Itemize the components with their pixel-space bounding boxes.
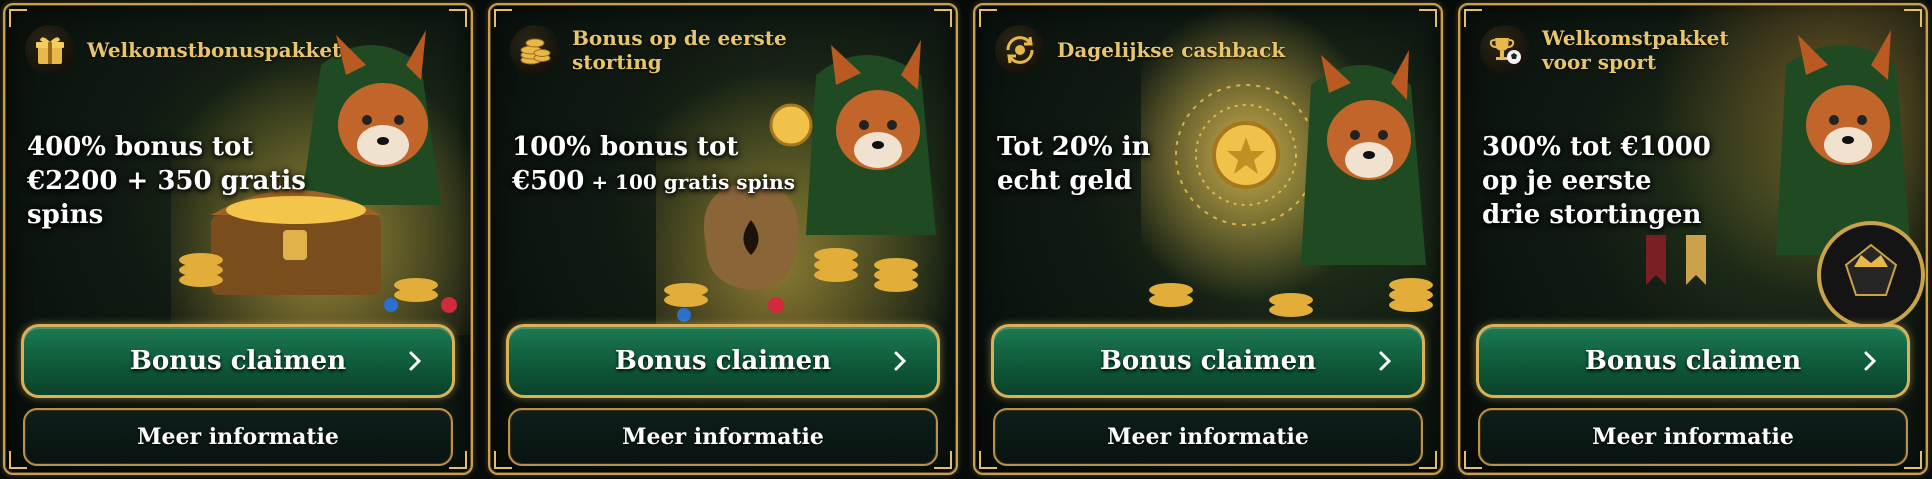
claim-bonus-button[interactable]: Bonus claimen (1476, 324, 1910, 398)
offer-line: 400% bonus tot (27, 132, 254, 162)
chevron-right-icon (1379, 351, 1392, 371)
claim-bonus-button[interactable]: Bonus claimen (991, 324, 1425, 398)
offer-text: 300% tot €1000 op je eerste drie stortin… (1482, 130, 1792, 232)
corner-ornament (449, 9, 467, 27)
corner-ornament (494, 451, 512, 469)
claim-bonus-button[interactable]: Bonus claimen (506, 324, 940, 398)
more-info-button[interactable]: Meer informatie (1478, 408, 1908, 466)
promo-card-sport: Welkomstpakket voor sport 300% tot €1000… (1458, 3, 1928, 475)
more-info-button[interactable]: Meer informatie (993, 408, 1423, 466)
chevron-right-icon (409, 351, 422, 371)
card-header: Dagelijkse cashback (995, 25, 1287, 75)
trophy-ball-icon (1480, 25, 1530, 75)
corner-ornament (1419, 451, 1437, 469)
card-title: Welkomstbonuspakket (87, 38, 342, 62)
corner-ornament (494, 9, 512, 27)
corner-ornament (1904, 9, 1922, 27)
info-button-label: Meer informatie (1592, 424, 1794, 450)
corner-ornament (1904, 451, 1922, 469)
card-header: Bonus op de eerste storting (510, 25, 802, 75)
card-title: Bonus op de eerste storting (572, 26, 787, 74)
corner-ornament (1464, 451, 1482, 469)
offer-amount: €500 (512, 166, 585, 196)
promo-cards: Welkomstbonuspakket 400% bonus tot €2200… (0, 0, 1932, 479)
promo-card-cashback: Dagelijkse cashback Tot 20% in echt geld… (973, 3, 1443, 475)
offer-line: €500 + 100 gratis spins (512, 164, 822, 199)
coin-stack-icon (510, 25, 560, 75)
info-button-label: Meer informatie (137, 424, 339, 450)
corner-ornament (979, 451, 997, 469)
corner-ornament (9, 9, 27, 27)
claim-button-label: Bonus claimen (1584, 346, 1802, 376)
card-title: Welkomstpakket voor sport (1542, 26, 1729, 74)
offer-line: 100% bonus tot (512, 132, 739, 162)
offer-line: Tot 20% in (997, 132, 1151, 162)
claim-bonus-button[interactable]: Bonus claimen (21, 324, 455, 398)
more-info-button[interactable]: Meer informatie (508, 408, 938, 466)
card-header: Welkomstpakket voor sport (1480, 25, 1772, 75)
gift-icon (25, 25, 75, 75)
promo-card-first-deposit: Bonus op de eerste storting 100% bonus t… (488, 3, 958, 475)
corner-ornament (449, 451, 467, 469)
chevron-right-icon (1864, 351, 1877, 371)
offer-amount: €2200 + 350 gratis spins (27, 166, 306, 230)
corner-ornament (979, 9, 997, 27)
offer-spins: + 100 gratis spins (584, 170, 795, 194)
corner-ornament (9, 451, 27, 469)
offer-line: drie stortingen (1482, 200, 1702, 230)
offer-text: Tot 20% in echt geld (997, 130, 1307, 198)
card-title: Dagelijkse cashback (1057, 38, 1286, 62)
corner-ornament (1419, 9, 1437, 27)
corner-ornament (1464, 9, 1482, 27)
claim-button-label: Bonus claimen (1099, 346, 1317, 376)
claim-button-label: Bonus claimen (129, 346, 347, 376)
offer-line: echt geld (997, 166, 1133, 196)
offer-text: 100% bonus tot €500 + 100 gratis spins (512, 130, 822, 199)
promo-card-welcome: Welkomstbonuspakket 400% bonus tot €2200… (3, 3, 473, 475)
corner-ornament (934, 9, 952, 27)
more-info-button[interactable]: Meer informatie (23, 408, 453, 466)
offer-text: 400% bonus tot €2200 + 350 gratis spins (27, 130, 337, 233)
claim-button-label: Bonus claimen (614, 346, 832, 376)
info-button-label: Meer informatie (1107, 424, 1309, 450)
corner-ornament (934, 451, 952, 469)
offer-line: op je eerste (1482, 166, 1652, 196)
info-button-label: Meer informatie (622, 424, 824, 450)
chevron-right-icon (894, 351, 907, 371)
card-header: Welkomstbonuspakket (25, 25, 342, 75)
offer-line: 300% tot €1000 (1482, 132, 1711, 162)
offer-line: €2200 + 350 gratis spins (27, 164, 337, 233)
cashback-icon (995, 25, 1045, 75)
